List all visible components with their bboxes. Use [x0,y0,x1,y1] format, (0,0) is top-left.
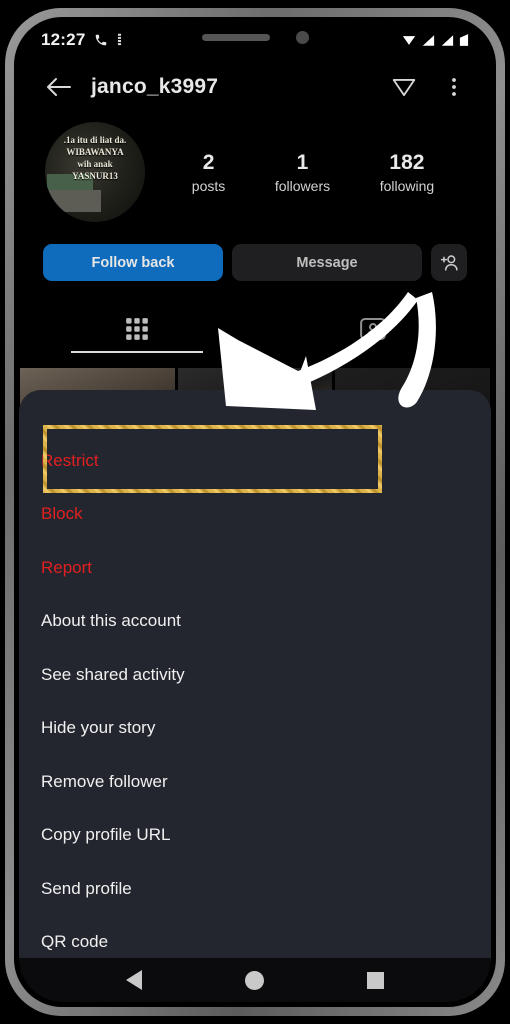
phone-frame: 12:27 janco_k3997 .1a itu di liat da. WI… [5,8,505,1016]
network-icon [441,35,454,46]
profile-stats: 2 posts 1 followers 182 following [145,151,465,194]
tagged-person-icon [360,318,386,340]
phone-bezel: 12:27 janco_k3997 .1a itu di liat da. WI… [14,17,496,1007]
avatar-caption-line-4: YASNUR13 [72,171,118,181]
back-arrow-icon[interactable] [45,75,73,99]
add-person-icon [440,254,458,271]
options-bottom-sheet: Restrict Block Report About this account… [19,390,491,958]
nav-recents-square-icon[interactable] [366,971,384,989]
status-bar-right [402,33,469,47]
menu-item-qr-code[interactable]: QR code [19,916,491,959]
profile-tab-row [19,305,491,353]
menu-item-copy-profile-url[interactable]: Copy profile URL [19,809,491,863]
stat-following-label: following [379,177,435,194]
menu-item-restrict[interactable]: Restrict [19,434,491,488]
avatar-caption-line-2: WIBAWANYA [66,147,124,157]
menu-item-send-profile[interactable]: Send profile [19,862,491,916]
stat-posts-label: posts [191,177,226,194]
paper-plane-icon[interactable] [391,74,417,100]
tab-tagged[interactable] [255,305,491,353]
page-title: janco_k3997 [91,75,219,98]
avatar[interactable]: .1a itu di liat da. WIBAWANYA wih anak Y… [45,122,145,222]
tab-grid[interactable] [19,305,255,353]
avatar-photo-detail-2 [47,190,101,212]
stat-following[interactable]: 182 following [380,151,434,194]
follow-back-button[interactable]: Follow back [43,244,223,281]
menu-item-see-shared-activity[interactable]: See shared activity [19,648,491,702]
avatar-caption: .1a itu di liat da. WIBAWANYA wih anak Y… [45,134,145,182]
stat-followers[interactable]: 1 followers [275,151,330,194]
nav-back-triangle-icon[interactable] [126,970,143,990]
status-bar-left: 12:27 [41,30,122,50]
stat-followers-value: 1 [296,150,309,174]
signal-icon [402,36,416,45]
status-time: 12:27 [41,30,86,49]
stat-posts-value: 2 [202,150,215,174]
stat-following-value: 182 [389,150,425,174]
android-nav-bar [19,958,491,1002]
front-camera-icon [295,30,309,44]
profile-top-row: .1a itu di liat da. WIBAWANYA wih anak Y… [19,116,491,222]
vibrate-icon [118,33,122,46]
avatar-caption-line-1: .1a itu di liat da. [63,135,127,145]
menu-item-hide-your-story[interactable]: Hide your story [19,702,491,756]
nav-home-circle-icon[interactable] [244,970,264,990]
menu-item-block[interactable]: Block [19,488,491,542]
phone-screen: 12:27 janco_k3997 .1a itu di liat da. WI… [19,22,491,1002]
menu-item-remove-follower[interactable]: Remove follower [19,755,491,809]
grid-icon [126,318,148,340]
battery-icon [459,34,469,46]
stat-followers-label: followers [274,177,331,194]
add-person-button[interactable] [431,244,467,281]
message-button[interactable]: Message [232,244,422,281]
three-dot-menu-icon[interactable] [443,74,465,100]
profile-action-row: Follow back Message [19,222,491,281]
menu-item-about-this-account[interactable]: About this account [19,595,491,649]
avatar-caption-line-3: wih anak [77,159,113,169]
wifi-icon [422,35,435,46]
stat-posts[interactable]: 2 posts [192,151,225,194]
profile-section: .1a itu di liat da. WIBAWANYA wih anak Y… [19,116,491,353]
earpiece-speaker-icon [201,33,270,41]
app-header: janco_k3997 [19,58,491,116]
menu-item-report[interactable]: Report [19,541,491,595]
phone-notch [162,22,348,52]
phone-call-icon [96,34,107,46]
